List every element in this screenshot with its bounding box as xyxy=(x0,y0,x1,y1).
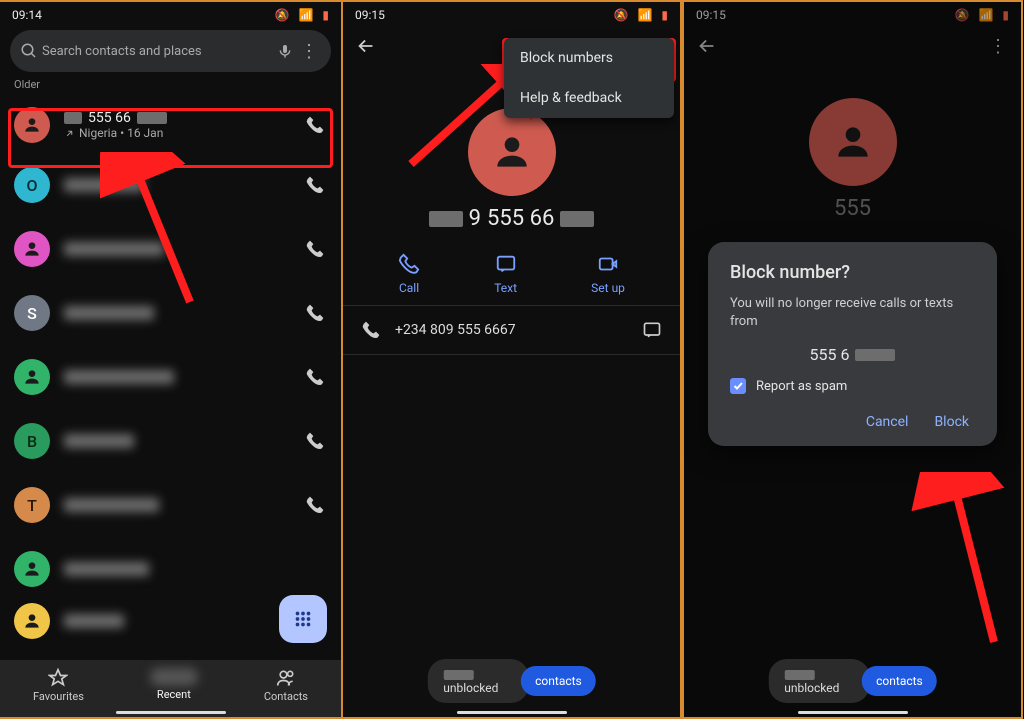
phone-icon[interactable] xyxy=(305,175,327,195)
phone-number: +234 809 555 6667 xyxy=(395,322,628,338)
phone-icon xyxy=(361,320,381,340)
section-label: Older xyxy=(14,78,327,91)
snackbar-text: unblocked xyxy=(427,659,529,703)
battery-icon: ▮ xyxy=(661,8,668,22)
phone-icon[interactable] xyxy=(305,431,327,451)
avatar: O xyxy=(14,167,50,203)
recents-screen: 09:14 🔕 📶 ▮ Search contacts and places ⋮… xyxy=(0,0,341,719)
search-placeholder: Search contacts and places xyxy=(42,44,277,59)
block-dialog-screen: 09:15 🔕 📶 ▮ ⋮ 555 Block number? You will… xyxy=(682,0,1023,719)
call-button[interactable]: Call xyxy=(398,253,420,295)
snackbar-action[interactable]: contacts xyxy=(521,666,596,696)
snackbar-text: unblocked xyxy=(768,659,870,703)
phone-icon[interactable] xyxy=(305,239,327,259)
report-spam-checkbox[interactable]: Report as spam xyxy=(730,378,975,394)
dnd-icon: 🔕 xyxy=(275,8,290,22)
row-subline: Nigeria • 16 Jan xyxy=(64,126,305,140)
dnd-icon: 🔕 xyxy=(614,8,629,22)
gesture-bar xyxy=(457,711,567,714)
action-row: Call Text Set up xyxy=(361,253,662,295)
recent-call-row[interactable]: T xyxy=(0,473,341,537)
checkbox-icon xyxy=(730,378,746,394)
nav-recent[interactable]: Recent xyxy=(150,668,198,703)
avatar: B xyxy=(14,423,50,459)
phone-icon[interactable] xyxy=(305,367,327,387)
phone-icon[interactable] xyxy=(305,495,327,515)
gesture-bar xyxy=(798,711,908,714)
status-icons: 🔕 📶 ▮ xyxy=(269,8,329,22)
contact-avatar xyxy=(468,108,556,196)
avatar: T xyxy=(14,487,50,523)
snackbar-action[interactable]: contacts xyxy=(862,666,937,696)
message-icon[interactable] xyxy=(642,320,662,340)
overflow-menu: Block numbers Help & feedback xyxy=(504,38,674,118)
more-icon[interactable]: ⋮ xyxy=(299,41,321,62)
recent-call-row[interactable] xyxy=(0,345,341,409)
setup-button[interactable]: Set up xyxy=(591,253,625,295)
signal-icon: 📶 xyxy=(298,8,313,22)
contact-detail-screen: 09:15 🔕 📶 ▮ Block numbers Help & feedbac… xyxy=(341,0,682,719)
dialpad-fab[interactable] xyxy=(279,595,327,643)
nav-favourites[interactable]: Favourites xyxy=(33,668,84,703)
row-number: 555 66 xyxy=(64,110,305,126)
status-icons: 🔕 📶 ▮ xyxy=(608,8,668,22)
bottom-nav: Favourites Recent Contacts xyxy=(0,660,341,717)
avatar xyxy=(14,359,50,395)
status-bar: 09:14 🔕 📶 ▮ xyxy=(0,2,341,24)
recents-list: 555 66 Nigeria • 16 Jan O S xyxy=(0,95,341,643)
avatar xyxy=(14,107,50,143)
phone-detail-row[interactable]: +234 809 555 6667 xyxy=(343,306,680,354)
avatar xyxy=(14,603,50,639)
nav-contacts[interactable]: Contacts xyxy=(264,668,308,703)
gesture-bar xyxy=(116,711,226,714)
block-dialog: Block number? You will no longer receive… xyxy=(708,242,997,446)
dialog-title: Block number? xyxy=(730,262,975,283)
back-icon[interactable] xyxy=(355,35,377,57)
dialog-actions: Cancel Block xyxy=(730,404,975,434)
snackbar: unblocked contacts xyxy=(427,659,596,703)
status-time: 09:14 xyxy=(12,8,42,22)
menu-help-feedback[interactable]: Help & feedback xyxy=(504,78,674,118)
recent-call-row[interactable]: 555 66 Nigeria • 16 Jan xyxy=(0,97,341,153)
avatar xyxy=(14,551,50,587)
snackbar: unblocked contacts xyxy=(768,659,937,703)
signal-icon: 📶 xyxy=(637,8,652,22)
dialog-number: 555 6 xyxy=(730,345,975,364)
recent-call-row[interactable]: O xyxy=(0,153,341,217)
phone-icon[interactable] xyxy=(305,115,327,135)
status-time: 09:15 xyxy=(355,8,385,22)
contact-number: 9 555 66 xyxy=(343,206,680,231)
avatar: S xyxy=(14,295,50,331)
avatar xyxy=(14,231,50,267)
block-button[interactable]: Block xyxy=(934,414,969,430)
recent-call-row[interactable] xyxy=(0,217,341,281)
dialog-body: You will no longer receive calls or text… xyxy=(730,295,975,331)
search-icon xyxy=(20,42,42,60)
recent-call-row[interactable] xyxy=(0,537,341,601)
recent-call-row[interactable]: S xyxy=(0,281,341,345)
search-bar[interactable]: Search contacts and places ⋮ xyxy=(10,30,331,72)
menu-block-numbers[interactable]: Block numbers xyxy=(504,38,674,78)
phone-icon[interactable] xyxy=(305,303,327,323)
battery-icon: ▮ xyxy=(322,8,329,22)
recent-call-row[interactable]: B xyxy=(0,409,341,473)
mic-icon[interactable] xyxy=(277,43,299,59)
text-button[interactable]: Text xyxy=(494,253,517,295)
cancel-button[interactable]: Cancel xyxy=(866,414,909,430)
status-bar: 09:15 🔕 📶 ▮ xyxy=(343,2,680,24)
